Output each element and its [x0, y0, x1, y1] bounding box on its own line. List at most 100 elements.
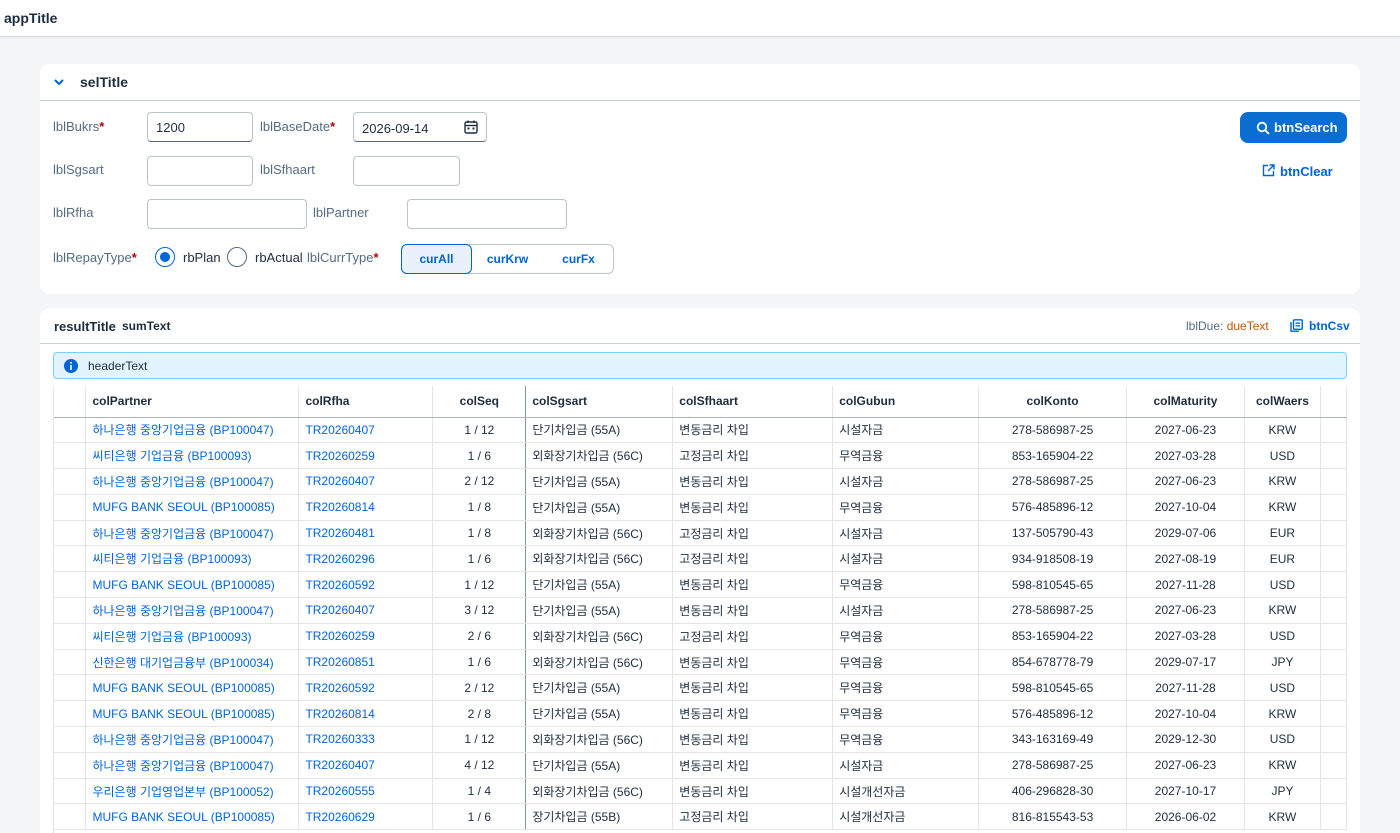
radio-plan-label[interactable]: rbPlan — [183, 250, 221, 265]
bukrs-input[interactable] — [147, 112, 253, 142]
row-selector[interactable] — [54, 545, 87, 573]
table-row[interactable]: 하나은행 중앙기업금융 (BP100047) TR20260407 1 / 12 단기… — [54, 417, 1347, 444]
row-selector[interactable] — [54, 597, 87, 624]
cell-partner[interactable]: 하나은행 중앙기업금융 (BP100047) — [85, 752, 300, 779]
cell-rfha[interactable]: TR20260407 — [298, 468, 434, 495]
row-selector[interactable] — [54, 726, 87, 753]
col-header-partner[interactable]: colPartner — [85, 386, 300, 418]
calendar-icon[interactable] — [464, 120, 478, 134]
row-selector[interactable] — [54, 778, 87, 805]
table-row[interactable]: 우리은행 기업영업본부 (BP100052) TR20260555 1 / 4 외화장… — [54, 778, 1347, 805]
row-selector[interactable] — [54, 468, 87, 495]
table-row[interactable]: 하나은행 중앙기업금융 (BP100047) TR20260407 4 / 12 단기… — [54, 752, 1347, 779]
table-row[interactable]: MUFG BANK SEOUL (BP100085) TR20260629 1 / … — [54, 803, 1347, 831]
col-header-konto[interactable]: colKonto — [978, 386, 1128, 418]
selection-panel-header[interactable]: selTitle — [40, 64, 1360, 101]
radio-plan[interactable] — [155, 247, 175, 267]
search-button[interactable]: btnSearch — [1240, 112, 1347, 143]
cell-partner[interactable]: 씨티은행 기업금융 (BP100093) — [85, 545, 300, 573]
chevron-down-icon[interactable] — [52, 75, 66, 89]
cell-rfha[interactable]: TR20260592 — [298, 571, 434, 599]
partner-input[interactable] — [407, 199, 567, 229]
table-header-row: colPartner colRfha colSeq colSgsart colS… — [54, 386, 1347, 418]
cell-sfhaart: 변동금리 차입 — [672, 468, 834, 495]
row-selector[interactable] — [54, 571, 87, 599]
cell-rfha[interactable]: TR20260814 — [298, 700, 434, 728]
cell-sfhaart: 변동금리 차입 — [672, 778, 834, 805]
cell-seq: 2 / 8 — [432, 700, 527, 728]
cell-rfha[interactable]: TR20260629 — [298, 803, 434, 831]
cell-partner[interactable]: 씨티은행 기업금융 (BP100093) — [85, 442, 300, 470]
table-row[interactable]: 하나은행 중앙기업금융 (BP100047) TR20260481 1 / 8 외화장… — [54, 520, 1347, 547]
row-selector[interactable] — [54, 442, 87, 470]
col-header-maturity[interactable]: colMaturity — [1126, 386, 1245, 418]
row-selector[interactable] — [54, 623, 87, 650]
col-header-sgsart[interactable]: colSgsart — [525, 386, 674, 418]
cell-partner[interactable]: 하나은행 중앙기업금융 (BP100047) — [85, 520, 300, 547]
clear-button[interactable]: btnClear — [1260, 163, 1333, 181]
table-row[interactable]: 씨티은행 기업금융 (BP100093) TR20260259 2 / 6 외화장기차… — [54, 623, 1347, 650]
cell-rfha[interactable]: TR20260592 — [298, 674, 434, 702]
cell-partner[interactable]: 하나은행 중앙기업금융 (BP100047) — [85, 726, 300, 753]
base-date-picker[interactable]: 2026-09-14 — [353, 112, 487, 142]
cell-partner[interactable]: MUFG BANK SEOUL (BP100085) — [85, 674, 300, 702]
base-date-label: lblBaseDate* — [260, 119, 336, 134]
table-row[interactable]: 하나은행 중앙기업금융 (BP100047) TR20260407 2 / 12 단기… — [54, 468, 1347, 495]
segment-cur-fx[interactable]: curFx — [543, 245, 614, 273]
col-header-gubun[interactable]: colGubun — [832, 386, 980, 418]
table-row[interactable]: 하나은행 중앙기업금융 (BP100047) TR20260333 1 / 12 외화… — [54, 726, 1347, 753]
cell-partner[interactable]: MUFG BANK SEOUL (BP100085) — [85, 494, 300, 521]
radio-actual[interactable] — [227, 247, 247, 267]
row-selector[interactable] — [54, 520, 87, 547]
cell-rfha[interactable]: TR20260851 — [298, 649, 434, 676]
col-header-waers[interactable]: colWaers — [1244, 386, 1321, 418]
cell-rfha[interactable]: TR20260333 — [298, 726, 434, 753]
table-row[interactable]: MUFG BANK SEOUL (BP100085) TR20260592 2 / … — [54, 674, 1347, 702]
cell-partner[interactable]: 우리은행 기업영업본부 (BP100052) — [85, 778, 300, 805]
table-row[interactable]: MUFG BANK SEOUL (BP100085) TR20260592 1 / … — [54, 571, 1347, 599]
table-row[interactable]: MUFG BANK SEOUL (BP100085) TR20260814 2 / … — [54, 700, 1347, 728]
row-selector[interactable] — [54, 803, 87, 831]
cell-rfha[interactable]: TR20260481 — [298, 520, 434, 547]
row-selector[interactable] — [54, 700, 87, 728]
row-selector[interactable] — [54, 494, 87, 521]
cell-sfhaart: 고정금리 차입 — [672, 623, 834, 650]
cell-rfha[interactable]: TR20260259 — [298, 623, 434, 650]
cell-rfha[interactable]: TR20260259 — [298, 442, 434, 470]
table-row[interactable]: 하나은행 중앙기업금융 (BP100047) TR20260407 3 / 12 단기… — [54, 597, 1347, 624]
table-row[interactable]: 씨티은행 기업금융 (BP100093) TR20260296 1 / 6 외화장기차… — [54, 545, 1347, 573]
segment-cur-all[interactable]: curAll — [401, 244, 472, 274]
table-row[interactable]: MUFG BANK SEOUL (BP100085) TR20260814 1 / … — [54, 494, 1347, 521]
sfhaart-input[interactable] — [353, 156, 460, 186]
cell-rfha[interactable]: TR20260814 — [298, 494, 434, 521]
table-row[interactable]: 신한은행 대기업금융부 (BP100034) TR20260851 1 / 6 외화장… — [54, 649, 1347, 676]
cell-partner[interactable]: MUFG BANK SEOUL (BP100085) — [85, 700, 300, 728]
cell-rfha[interactable]: TR20260296 — [298, 545, 434, 573]
row-selector[interactable] — [54, 674, 87, 702]
cell-partner[interactable]: MUFG BANK SEOUL (BP100085) — [85, 803, 300, 831]
cell-rfha[interactable]: TR20260407 — [298, 417, 434, 444]
cell-rfha[interactable]: TR20260407 — [298, 752, 434, 779]
col-header-sfhaart[interactable]: colSfhaart — [672, 386, 834, 418]
cell-rfha[interactable]: TR20260555 — [298, 778, 434, 805]
row-selector[interactable] — [54, 752, 87, 779]
col-header-rfha[interactable]: colRfha — [298, 386, 434, 418]
row-selector[interactable] — [54, 417, 87, 444]
cell-waers: JPY — [1244, 778, 1321, 805]
cell-partner[interactable]: 씨티은행 기업금융 (BP100093) — [85, 623, 300, 650]
rfha-input[interactable] — [147, 199, 307, 229]
cell-seq: 3 / 12 — [432, 597, 527, 624]
segment-cur-krw[interactable]: curKrw — [472, 245, 543, 273]
cell-partner[interactable]: 하나은행 중앙기업금융 (BP100047) — [85, 417, 300, 444]
cell-partner[interactable]: MUFG BANK SEOUL (BP100085) — [85, 571, 300, 599]
radio-actual-label[interactable]: rbActual — [255, 250, 303, 265]
col-header-seq[interactable]: colSeq — [432, 386, 527, 418]
cell-partner[interactable]: 하나은행 중앙기업금융 (BP100047) — [85, 468, 300, 495]
cell-partner[interactable]: 신한은행 대기업금융부 (BP100034) — [85, 649, 300, 676]
row-selector[interactable] — [54, 649, 87, 676]
cell-rfha[interactable]: TR20260407 — [298, 597, 434, 624]
cell-partner[interactable]: 하나은행 중앙기업금융 (BP100047) — [85, 597, 300, 624]
cell-sfhaart: 변동금리 차입 — [672, 494, 834, 521]
table-row[interactable]: 씨티은행 기업금융 (BP100093) TR20260259 1 / 6 외화장기차… — [54, 442, 1347, 470]
sgsart-input[interactable] — [147, 156, 253, 186]
